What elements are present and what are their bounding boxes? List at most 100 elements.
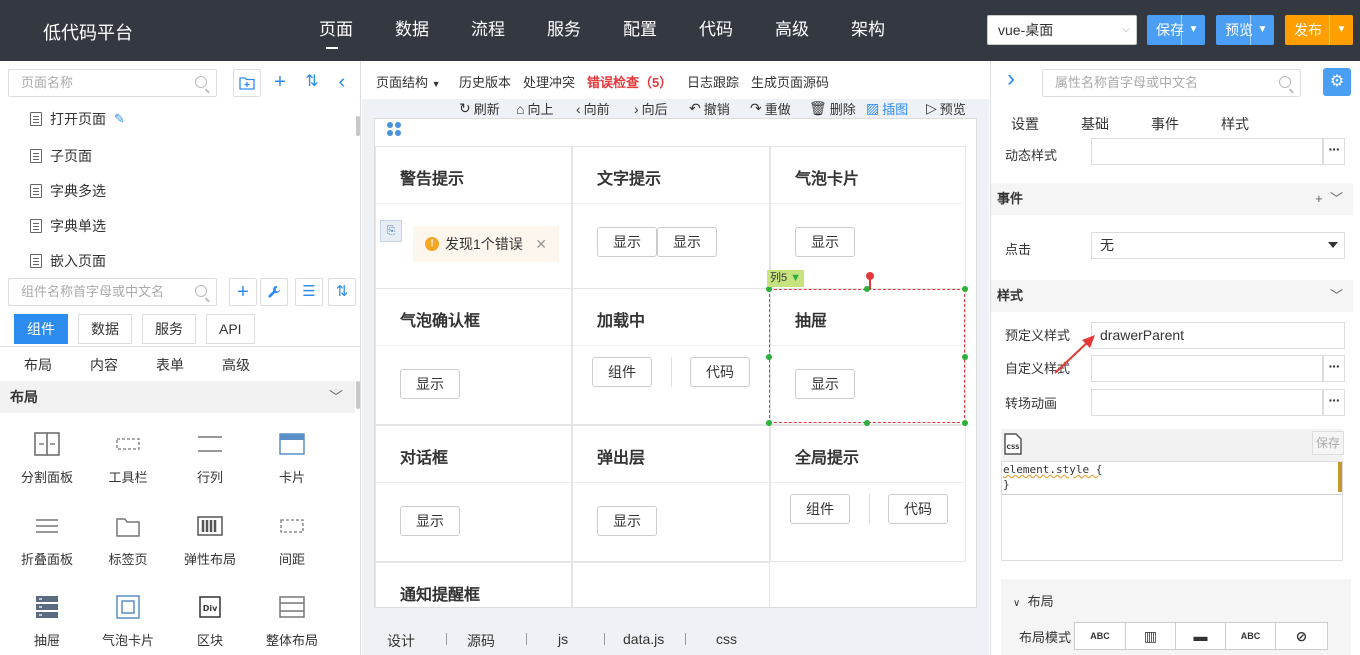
resize-handle[interactable]	[766, 354, 772, 360]
cell-alert[interactable]: 警告提示	[375, 146, 572, 289]
close-icon[interactable]: ✕	[535, 226, 547, 262]
predefined-style-input[interactable]: drawerParent	[1091, 322, 1345, 349]
subtab-advanced[interactable]: 高级	[222, 355, 250, 375]
more-button[interactable]: ···	[1323, 355, 1345, 382]
collapse-left-button[interactable]: ‹	[328, 69, 356, 97]
component-button[interactable]: 组件	[790, 494, 850, 524]
component-overall-layout[interactable]: 整体布局	[252, 594, 332, 649]
css-file-icon[interactable]: CSS	[1003, 433, 1023, 458]
show-button[interactable]: 显示	[657, 227, 717, 257]
style-section-header[interactable]: 样式 ﹀	[991, 280, 1353, 312]
up-button[interactable]: ⌂ 向上	[516, 99, 553, 118]
page-structure-menu[interactable]: 页面结构 ▼	[376, 72, 441, 91]
tool-button[interactable]	[260, 278, 288, 306]
dynamic-style-input[interactable]	[1091, 138, 1323, 165]
forward-button[interactable]: ‹ 向前	[576, 99, 610, 118]
component-row-col[interactable]: 行列	[170, 431, 250, 486]
insert-image-button[interactable]: ▨ 插图	[866, 99, 908, 118]
delete-button[interactable]: 🗑 删除	[809, 99, 856, 118]
resize-handle[interactable]	[766, 420, 772, 426]
page-tree-scrollbar[interactable]	[356, 116, 360, 136]
tree-item-embed-page[interactable]: 嵌入页面	[30, 251, 106, 271]
layout-mode-inline[interactable]: ABC	[1074, 622, 1126, 650]
add-component-button[interactable]: +	[229, 278, 257, 306]
more-button[interactable]: ···	[1323, 389, 1345, 416]
caret-down-icon[interactable]: ▼	[1250, 15, 1274, 45]
refresh-button[interactable]: ↻ 刷新	[459, 99, 500, 118]
nav-architecture[interactable]: 架构	[830, 0, 906, 61]
nav-flow[interactable]: 流程	[450, 0, 526, 61]
component-tabs[interactable]: 标签页	[88, 513, 168, 568]
resize-handle[interactable]	[962, 420, 968, 426]
component-split-panel[interactable]: 分割面板	[7, 431, 87, 486]
nav-config[interactable]: 配置	[602, 0, 678, 61]
sort-component-button[interactable]: ⇅	[328, 278, 356, 306]
tree-item-subpage[interactable]: 子页面	[30, 146, 92, 166]
nav-advanced[interactable]: 高级	[754, 0, 830, 61]
tab-css[interactable]: css	[716, 631, 737, 647]
chevron-right-icon[interactable]: ›	[1007, 65, 1015, 93]
page-search-input[interactable]: 页面名称	[8, 69, 217, 97]
component-button[interactable]: 组件	[592, 357, 652, 387]
cell-popconfirm[interactable]: 气泡确认框 显示	[375, 288, 572, 425]
transition-input[interactable]	[1091, 389, 1323, 416]
layout-mode-hidden[interactable]: ⊘	[1275, 622, 1328, 650]
add-page-button[interactable]: +	[266, 69, 294, 97]
list-order-button[interactable]: ☰	[295, 278, 323, 306]
save-button[interactable]: 保存 ▼	[1147, 15, 1205, 45]
layout-mode-inline-block[interactable]: ABC	[1225, 622, 1276, 650]
caret-down-icon[interactable]: ▼	[1329, 15, 1353, 45]
layout-mode-flex[interactable]: ▥	[1125, 622, 1176, 650]
settings-button[interactable]: ⚙	[1323, 68, 1351, 96]
tree-item-dict-single[interactable]: 字典单选	[30, 216, 106, 236]
cell-popover[interactable]: 气泡卡片 显示	[770, 146, 966, 289]
css-code-editor[interactable]: element.style { }	[1001, 461, 1343, 561]
events-section-header[interactable]: 事件 + ﹀	[991, 183, 1353, 215]
show-button[interactable]: 显示	[400, 369, 460, 399]
cell-tooltip[interactable]: 文字提示 显示 显示	[572, 146, 770, 289]
tab-basic[interactable]: 基础	[1081, 114, 1109, 134]
show-button[interactable]: 显示	[400, 506, 460, 536]
nav-data[interactable]: 数据	[374, 0, 450, 61]
rotate-handle[interactable]	[866, 272, 874, 280]
subtab-layout[interactable]: 布局	[24, 355, 52, 375]
cell-message[interactable]: 全局提示 组件 代码	[770, 425, 966, 562]
layout-mode-block[interactable]: ▬	[1175, 622, 1226, 650]
tab-api[interactable]: API	[206, 314, 255, 344]
tab-service[interactable]: 服务	[142, 314, 196, 344]
preview-canvas-button[interactable]: ▷ 预览	[926, 99, 966, 118]
component-toolbar[interactable]: 工具栏	[88, 431, 168, 486]
add-folder-button[interactable]	[233, 69, 261, 97]
css-save-button[interactable]: 保存	[1312, 431, 1344, 455]
clipboard-icon[interactable]: ⎘	[380, 220, 402, 242]
show-button[interactable]: 显示	[795, 227, 855, 257]
component-tree-icon[interactable]	[387, 122, 409, 142]
subtab-form[interactable]: 表单	[156, 355, 184, 375]
more-button[interactable]: ···	[1323, 138, 1345, 165]
code-button[interactable]: 代码	[888, 494, 948, 524]
property-search-input[interactable]: 属性名称首字母或中文名	[1042, 69, 1301, 97]
component-flex[interactable]: 弹性布局	[170, 513, 250, 568]
sort-button[interactable]: ⇅	[298, 69, 326, 97]
tab-settings[interactable]: 设置	[1011, 114, 1039, 134]
component-popover[interactable]: 气泡卡片	[88, 594, 168, 649]
tab-data-js[interactable]: data.js	[623, 631, 664, 647]
component-search-input[interactable]: 组件名称首字母或中文名	[8, 278, 217, 306]
component-spacing[interactable]: 间距	[252, 513, 332, 568]
code-button[interactable]: 代码	[690, 357, 750, 387]
cell-empty[interactable]	[572, 562, 770, 607]
tab-js[interactable]: js	[558, 631, 568, 647]
click-event-select[interactable]: 无	[1091, 232, 1345, 259]
subtab-content[interactable]: 内容	[90, 355, 118, 375]
component-scrollbar[interactable]	[356, 381, 360, 409]
redo-button[interactable]: ↷ 重做	[750, 99, 791, 118]
caret-down-icon[interactable]: ▼	[1181, 15, 1205, 45]
tree-item-dict-multi[interactable]: 字典多选	[30, 181, 106, 201]
cell-loading[interactable]: 加载中 组件 代码	[572, 288, 770, 425]
cell-popup-layer[interactable]: 弹出层 显示	[572, 425, 770, 562]
preview-button[interactable]: 预览 ▼	[1216, 15, 1274, 45]
resize-handle[interactable]	[864, 420, 870, 426]
generate-source-button[interactable]: 生成页面源码	[751, 72, 829, 91]
nav-page[interactable]: 页面	[298, 0, 374, 61]
edit-icon[interactable]: ✎	[114, 111, 125, 127]
